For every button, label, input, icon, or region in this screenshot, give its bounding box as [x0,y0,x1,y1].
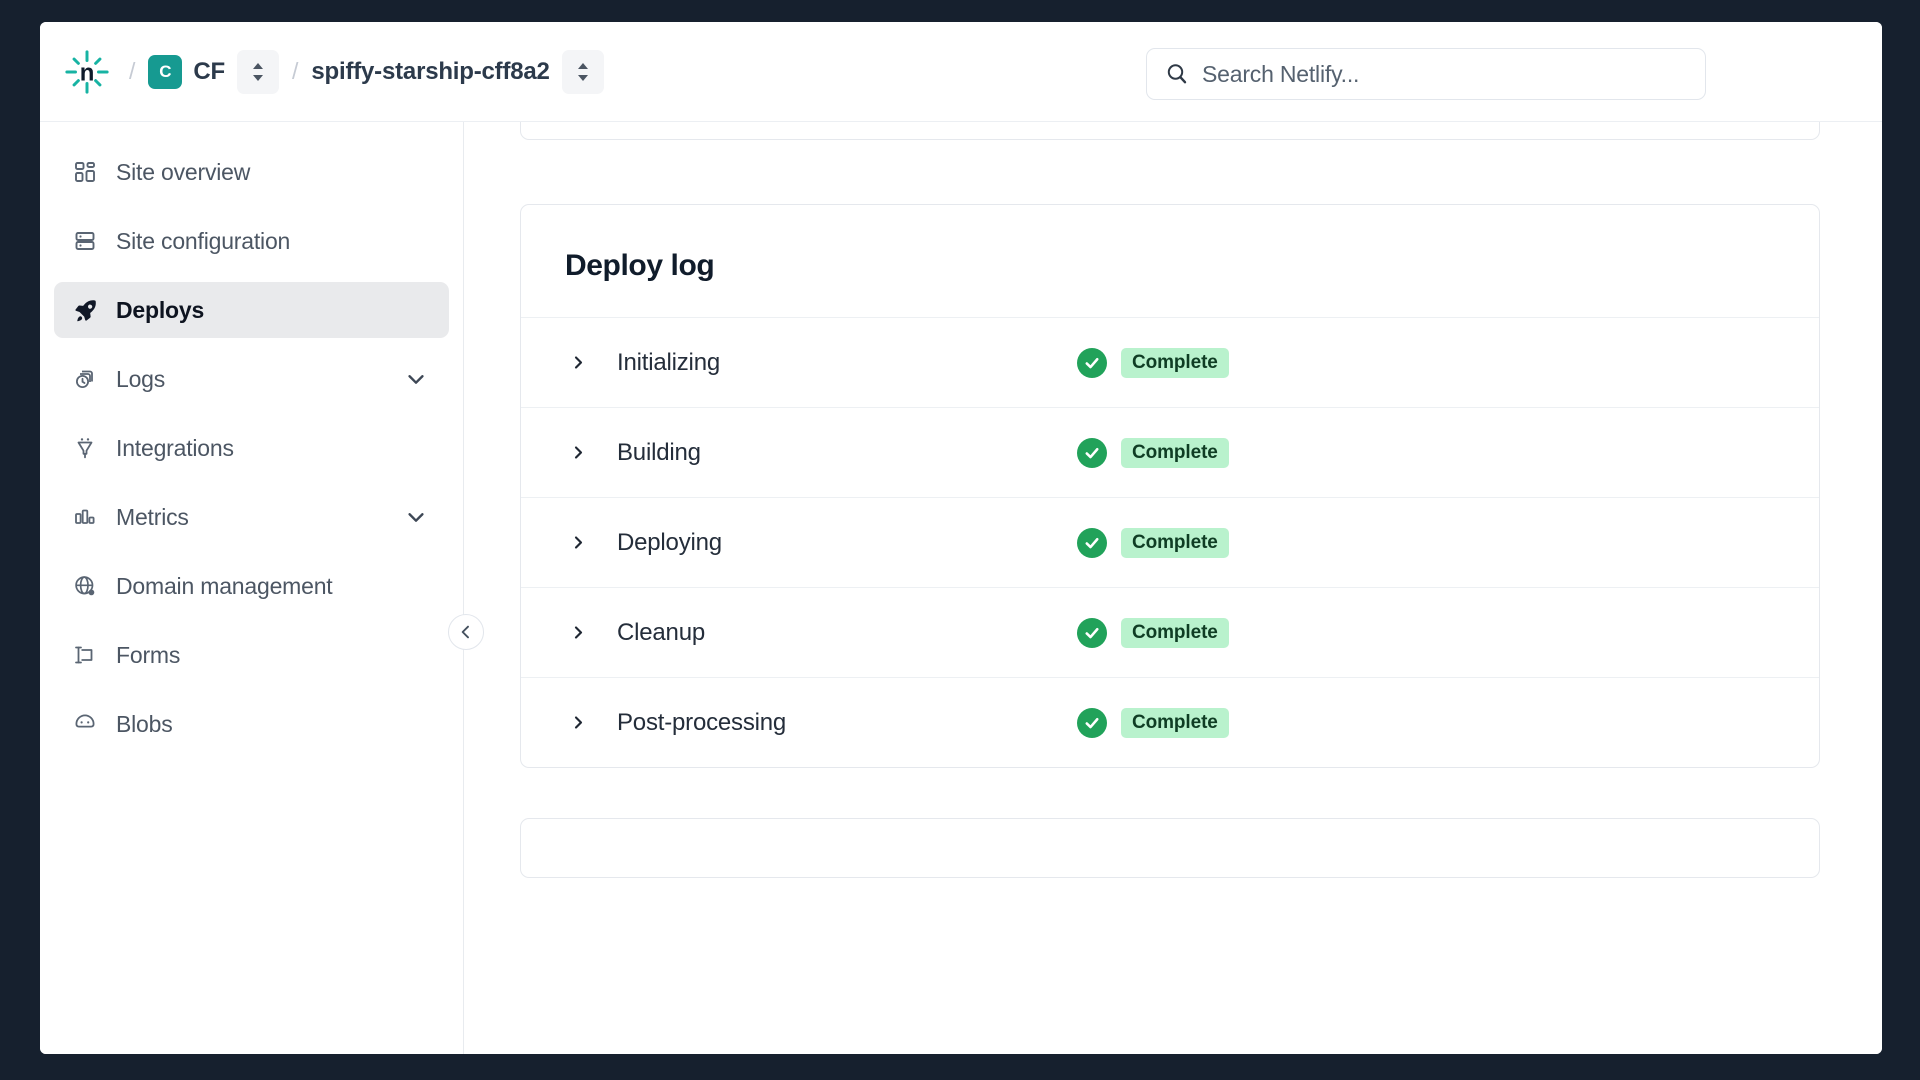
chevron-right-icon[interactable] [565,535,591,550]
bar-chart-icon [70,502,100,532]
sidebar-item-label: Site overview [116,158,251,185]
plug-icon [70,433,100,463]
chevron-right-icon[interactable] [565,715,591,730]
app-window: n / C CF / spiffy-starship-cff8a2 Search… [40,22,1882,1054]
breadcrumb-separator-1: / [129,58,136,84]
log-stage-label: Deploying [617,528,722,556]
card-below-scrolled [520,818,1820,878]
log-stage-label: Cleanup [617,618,706,646]
sidebar-collapse-button[interactable] [448,614,484,650]
chevron-right-icon[interactable] [565,445,591,460]
netlify-logo-icon[interactable]: n [58,43,116,101]
check-circle-icon [1077,437,1107,468]
breadcrumb-site-name[interactable]: spiffy-starship-cff8a2 [311,58,550,86]
site-selector-button[interactable] [561,49,604,94]
server-icon [70,226,100,256]
status-badge: Complete [1121,707,1229,738]
table-row[interactable]: Post-processing Complete [521,677,1819,767]
svg-text:n: n [80,59,95,86]
sidebar-item-label: Domain management [116,572,333,599]
sidebar-item-label: Integrations [116,434,234,461]
sidebar-item-label: Metrics [116,503,189,530]
search-icon [1167,64,1187,84]
sidebar-item-site-configuration[interactable]: Site configuration [54,213,449,269]
card-above-scrolled [520,122,1820,140]
app-body: Site overview Site configuration Deploys… [40,122,1882,1054]
rocket-icon [70,295,100,325]
check-circle-icon [1077,527,1107,558]
table-row[interactable]: Deploying Complete [521,497,1819,587]
status-cell: Complete [1077,527,1229,558]
chevron-right-icon[interactable] [565,625,591,640]
check-circle-icon [1077,707,1107,738]
status-badge: Complete [1121,347,1229,378]
table-row[interactable]: Cleanup Complete [521,587,1819,677]
sidebar-item-site-overview[interactable]: Site overview [54,144,449,200]
breadcrumb-separator-2: / [291,58,299,84]
sidebar-item-metrics[interactable]: Metrics [54,489,449,545]
sidebar: Site overview Site configuration Deploys… [40,122,484,1054]
grid-icon [70,157,100,187]
sidebar-item-label: Forms [116,641,181,668]
log-clock-icon [70,364,100,394]
status-cell: Complete [1077,437,1229,468]
status-cell: Complete [1077,617,1229,648]
main-content: Deploy log Initializing Complete Buildin… [464,122,1882,1054]
status-badge: Complete [1121,437,1229,468]
status-badge: Complete [1121,617,1229,648]
sidebar-item-label: Site configuration [116,227,291,254]
log-stage-label: Post-processing [617,708,787,736]
sidebar-item-label: Blobs [116,710,173,737]
chevron-down-icon[interactable] [405,506,427,528]
log-stage-label: Building [617,438,701,466]
sidebar-item-domain-management[interactable]: Domain management [54,558,449,614]
chevron-up-down-icon [252,62,263,81]
sidebar-item-integrations[interactable]: Integrations [54,420,449,476]
page-title: Deploy log [565,249,715,282]
status-cell: Complete [1077,347,1229,378]
chevron-up-down-icon [577,62,588,81]
deploy-log-header: Deploy log [521,205,1819,317]
log-stage-label: Initializing [617,348,720,376]
deploy-log-card: Deploy log Initializing Complete Buildin… [520,204,1820,768]
status-badge: Complete [1121,527,1229,558]
top-bar: n / C CF / spiffy-starship-cff8a2 Search… [40,22,1882,122]
team-selector-button[interactable] [236,49,279,94]
check-circle-icon [1077,617,1107,648]
table-row[interactable]: Initializing Complete [521,317,1819,407]
sidebar-item-label: Deploys [116,296,205,323]
form-icon [70,640,100,670]
sidebar-item-logs[interactable]: Logs [54,351,449,407]
globe-icon [70,571,100,601]
status-cell: Complete [1077,707,1229,738]
app-frame: n / C CF / spiffy-starship-cff8a2 Search… [0,0,1920,1080]
search-input[interactable]: Search Netlify... [1146,48,1706,100]
table-row[interactable]: Building Complete [521,407,1819,497]
chevron-right-icon[interactable] [565,355,591,370]
chevron-left-icon [461,625,469,639]
sidebar-item-label: Logs [116,365,166,392]
search-placeholder: Search Netlify... [1202,60,1360,87]
team-avatar: C [148,54,183,89]
blob-icon [70,709,100,739]
breadcrumb-team[interactable]: C CF [148,54,225,89]
sidebar-item-deploys[interactable]: Deploys [54,282,449,338]
sidebar-item-blobs[interactable]: Blobs [54,696,449,752]
chevron-down-icon[interactable] [405,368,427,390]
check-circle-icon [1077,347,1107,378]
sidebar-item-forms[interactable]: Forms [54,627,449,683]
team-name: CF [193,57,225,85]
